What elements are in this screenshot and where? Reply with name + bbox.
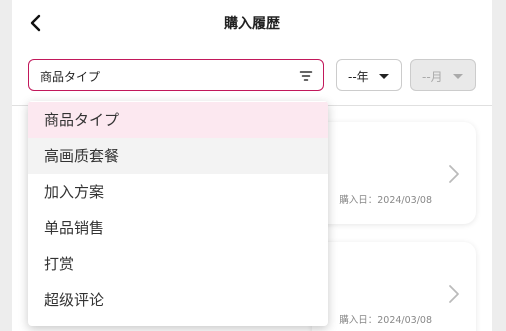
- dropdown-option[interactable]: 打赏: [28, 246, 328, 282]
- purchase-card[interactable]: 購入日：2024/03/08: [312, 122, 476, 224]
- filter-bar: 商品タイプ --年 --月: [28, 59, 478, 93]
- chevron-right-icon: [449, 165, 459, 183]
- purchase-date: 購入日：2024/03/08: [339, 315, 432, 326]
- dropdown-option[interactable]: 单品销售: [28, 210, 328, 246]
- dropdown-option[interactable]: 高画质套餐: [28, 138, 328, 174]
- dropdown-option[interactable]: 加入方案: [28, 174, 328, 210]
- dropdown-option[interactable]: 商品タイプ: [28, 102, 328, 138]
- product-type-select[interactable]: 商品タイプ: [28, 59, 324, 91]
- month-select: --月: [410, 59, 476, 91]
- chevron-right-icon: [449, 285, 459, 303]
- purchase-card[interactable]: 購入日：2024/03/08: [312, 242, 476, 331]
- purchase-date: 購入日：2024/03/08: [339, 195, 432, 206]
- header: 購入履歴: [12, 0, 492, 48]
- year-value: --年: [348, 70, 369, 84]
- product-type-dropdown: 商品タイプ 高画质套餐 加入方案 单品销售 打赏 超级评论: [28, 101, 328, 326]
- page-title: 購入履歴: [224, 16, 280, 32]
- dropdown-option[interactable]: 超级评论: [28, 282, 328, 318]
- caret-down-icon: [379, 74, 389, 79]
- month-value: --月: [422, 70, 443, 84]
- dropdown-list: 商品タイプ 高画质套餐 加入方案 单品销售 打赏 超级评论: [28, 101, 328, 318]
- product-type-value: 商品タイプ: [40, 70, 101, 84]
- filter-icon: [299, 71, 313, 81]
- year-select[interactable]: --年: [336, 59, 402, 91]
- caret-down-icon: [453, 74, 463, 79]
